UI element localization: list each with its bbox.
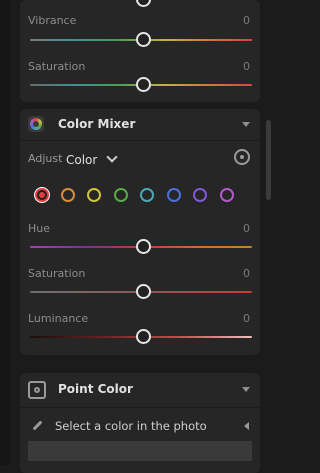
header-divider bbox=[20, 407, 260, 408]
scrollbar-thumb[interactable] bbox=[266, 120, 271, 200]
swatch-green[interactable] bbox=[114, 188, 128, 202]
swatch-red[interactable] bbox=[35, 188, 49, 202]
saturation-value[interactable]: 0 bbox=[243, 267, 250, 280]
hue-slider-knob[interactable] bbox=[136, 239, 151, 254]
basic-panel-tail: Vibrance 0 Saturation 0 bbox=[20, 0, 260, 102]
color-mixer-panel: Color Mixer Adjust Color Hue 0 Saturatio… bbox=[20, 109, 260, 355]
collapse-chevron-icon[interactable] bbox=[242, 122, 250, 127]
color-mixer-title: Color Mixer bbox=[58, 117, 136, 131]
adjust-dropdown[interactable]: Color bbox=[66, 149, 119, 167]
saturation-slider-knob[interactable] bbox=[136, 284, 151, 299]
point-color-header[interactable]: Point Color bbox=[20, 373, 260, 405]
saturation-top-label: Saturation bbox=[28, 60, 86, 73]
swatch-yellow[interactable] bbox=[87, 188, 101, 202]
swatch-purple[interactable] bbox=[193, 188, 207, 202]
color-wheel-icon bbox=[28, 116, 44, 132]
luminance-slider-knob[interactable] bbox=[136, 329, 151, 344]
swatch-aqua[interactable] bbox=[140, 188, 154, 202]
eyedropper-icon[interactable] bbox=[30, 419, 43, 431]
hue-value[interactable]: 0 bbox=[243, 222, 250, 235]
picked-color-bar[interactable] bbox=[28, 441, 252, 461]
vibrance-label: Vibrance bbox=[28, 14, 77, 27]
picker-instruction: Select a color in the photo bbox=[55, 419, 207, 433]
vibrance-slider-knob[interactable] bbox=[136, 32, 151, 47]
luminance-value[interactable]: 0 bbox=[243, 312, 250, 325]
luminance-label: Luminance bbox=[28, 312, 89, 325]
adjust-label: Adjust bbox=[28, 152, 63, 165]
vibrance-value[interactable]: 0 bbox=[243, 14, 250, 27]
play-arrow-icon[interactable] bbox=[244, 422, 249, 430]
target-adjust-icon[interactable] bbox=[234, 149, 250, 165]
collapse-chevron-icon[interactable] bbox=[242, 387, 250, 392]
swatch-magenta[interactable] bbox=[220, 188, 234, 202]
saturation-top-value[interactable]: 0 bbox=[243, 60, 250, 73]
hue-label: Hue bbox=[28, 222, 51, 235]
color-mixer-header[interactable]: Color Mixer bbox=[20, 109, 260, 139]
adjust-dropdown-value: Color bbox=[66, 153, 98, 167]
point-color-icon bbox=[28, 381, 46, 399]
swatch-blue[interactable] bbox=[167, 188, 181, 202]
top-cut-slider-knob[interactable] bbox=[136, 0, 151, 7]
saturation-top-slider-knob[interactable] bbox=[136, 77, 151, 92]
chevron-down-icon bbox=[106, 151, 119, 163]
swatch-orange[interactable] bbox=[61, 188, 75, 202]
saturation-label: Saturation bbox=[28, 267, 86, 280]
left-sidebar-strip bbox=[0, 0, 10, 465]
point-color-title: Point Color bbox=[58, 382, 133, 396]
point-color-panel: Point Color Select a color in the photo bbox=[20, 373, 260, 473]
header-divider bbox=[20, 140, 260, 141]
